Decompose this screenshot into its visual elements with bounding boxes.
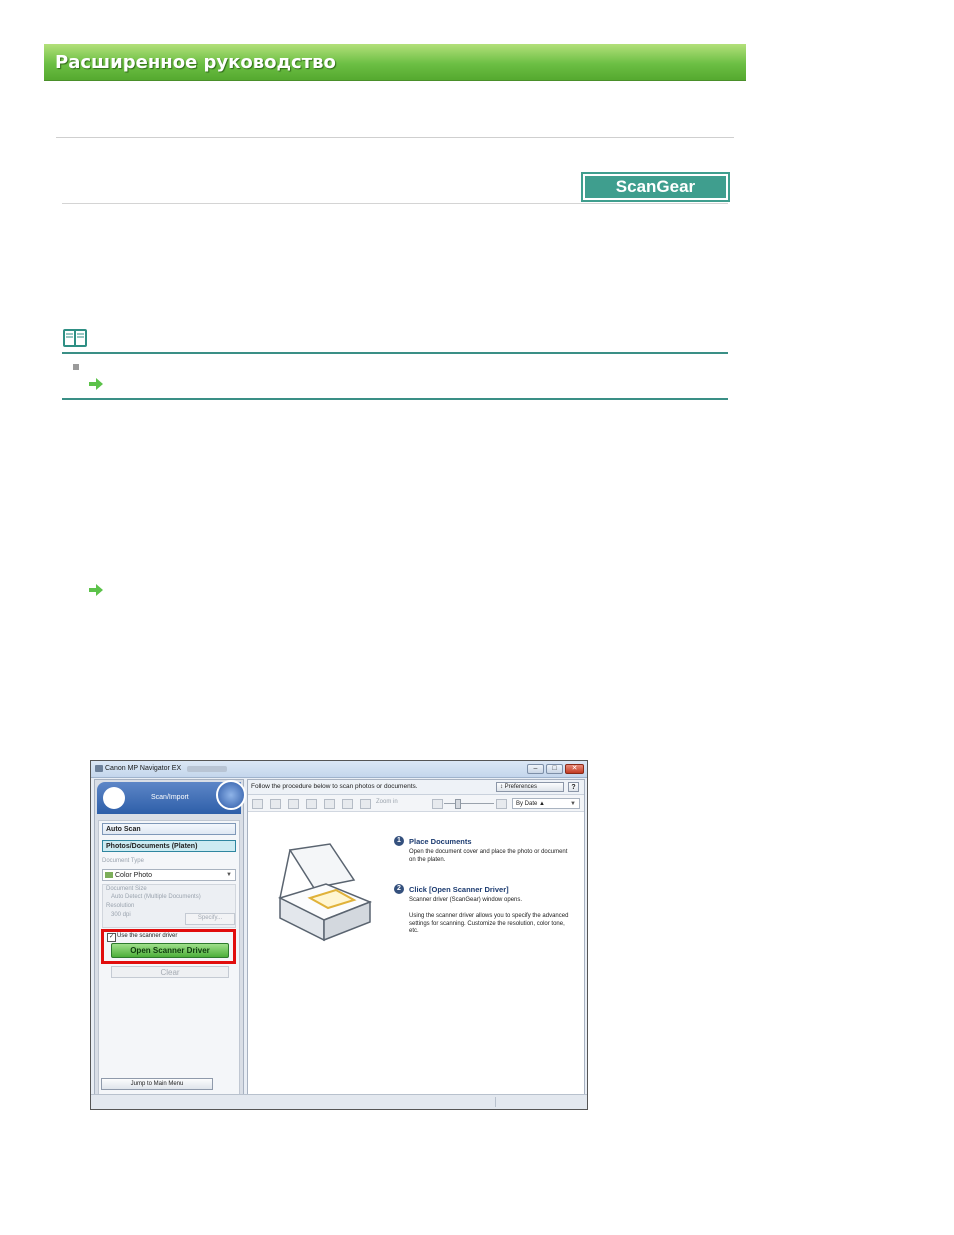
scanner-illustration [277, 843, 373, 942]
link-arrow-icon[interactable] [89, 378, 103, 390]
instruction-text: Follow the procedure below to scan photo… [251, 783, 418, 790]
document-type-value: Color Photo [115, 872, 152, 879]
scan-import-label: Scan/Import [151, 794, 189, 801]
left-pane: Scan/Import Auto Scan Photos/Documents (… [94, 779, 246, 1107]
right-pane-header: Follow the procedure below to scan photo… [248, 780, 584, 795]
window-title: Canon MP Navigator EX [105, 765, 182, 772]
document-type-label: Document Type [102, 858, 144, 864]
use-scanner-driver-checkbox[interactable]: ✓ [107, 933, 116, 942]
crop-icon[interactable] [342, 799, 353, 809]
grid-view-icon[interactable] [270, 799, 281, 809]
title-blurred-text [187, 766, 227, 772]
document-size-label: Document Size [106, 886, 147, 892]
menu-globe-icon[interactable] [216, 780, 246, 810]
help-button[interactable]: ? [568, 782, 579, 792]
rotate-right-icon[interactable] [306, 799, 317, 809]
step-2-title: Click [Open Scanner Driver] [409, 885, 509, 894]
note-top-rule [62, 352, 728, 354]
open-scanner-driver-button[interactable]: Open Scanner Driver [111, 943, 229, 958]
thumbnail-size-slider[interactable] [444, 803, 494, 804]
divider-mid [62, 203, 728, 204]
window-titlebar: Canon MP Navigator EX – □ ✕ [91, 761, 587, 778]
step-2-extra-text: Using the scanner driver allows you to s… [409, 913, 569, 934]
step-2-badge: 2 [394, 884, 404, 894]
rotate-left-icon[interactable] [288, 799, 299, 809]
preferences-label: Preferences [504, 784, 538, 790]
specify-button[interactable]: Specify... [185, 913, 235, 925]
photo-icon [105, 872, 113, 878]
link-arrow-icon[interactable] [89, 584, 103, 596]
zoom-in-label: Zoom in [376, 799, 398, 805]
step-1-text: Open the document cover and place the ph… [409, 849, 568, 863]
scanner-icon [103, 787, 125, 809]
document-size-value: Auto Detect (Multiple Documents) [111, 894, 201, 900]
document-type-select[interactable]: Color Photo ▼ [102, 869, 236, 881]
chevron-down-icon: ▼ [570, 801, 576, 807]
large-size-icon[interactable] [496, 799, 507, 809]
manual-banner: Расширенное руководство [44, 44, 746, 81]
app-icon [95, 765, 103, 772]
jump-to-main-menu-button[interactable]: Jump to Main Menu [101, 1078, 213, 1090]
sort-select[interactable]: By Date ▲ ▼ [512, 798, 580, 809]
note-bullet [73, 364, 79, 370]
resolution-value: 300 dpi [111, 912, 131, 918]
left-pane-body: Auto Scan Photos/Documents (Platen) Docu… [98, 820, 240, 1102]
note-book-icon [63, 329, 87, 347]
mirror-icon[interactable] [324, 799, 335, 809]
sort-value: By Date [516, 801, 538, 807]
step-1-title: Place Documents [409, 837, 472, 846]
small-size-icon[interactable] [432, 799, 443, 809]
zoom-icon[interactable] [360, 799, 371, 809]
status-bar [91, 1094, 587, 1109]
scangear-badge-label: ScanGear [585, 176, 726, 198]
use-scanner-driver-label: Use the scanner driver [117, 933, 178, 939]
step-2-text: Scanner driver (ScanGear) window opens. [409, 897, 523, 903]
scangear-badge: ScanGear [581, 172, 730, 202]
minimize-button[interactable]: – [527, 764, 544, 774]
divider-top [56, 137, 734, 138]
thumbnail-view-icon[interactable] [252, 799, 263, 809]
photos-documents-button[interactable]: Photos/Documents (Platen) [102, 840, 236, 852]
status-divider [495, 1097, 496, 1107]
mp-navigator-window: Canon MP Navigator EX – □ ✕ Scan/Import … [90, 760, 588, 1110]
resolution-label: Resolution [106, 903, 135, 909]
note-bottom-rule [62, 398, 728, 400]
chevron-down-icon: ▼ [226, 872, 232, 878]
banner-title: Расширенное руководство [55, 52, 336, 73]
step-1-badge: 1 [394, 836, 404, 846]
view-toolbar: Zoom in By Date ▲ ▼ [248, 795, 584, 812]
slider-thumb[interactable] [455, 799, 461, 809]
clear-button[interactable]: Clear [111, 966, 229, 978]
scan-settings-disabled: Document Size Auto Detect (Multiple Docu… [102, 884, 236, 928]
maximize-button[interactable]: □ [546, 764, 563, 774]
close-button[interactable]: ✕ [565, 764, 584, 774]
right-pane: Follow the procedure below to scan photo… [247, 779, 585, 1107]
preferences-button[interactable]: ↕ Preferences [496, 782, 564, 792]
auto-scan-button[interactable]: Auto Scan [102, 823, 236, 835]
